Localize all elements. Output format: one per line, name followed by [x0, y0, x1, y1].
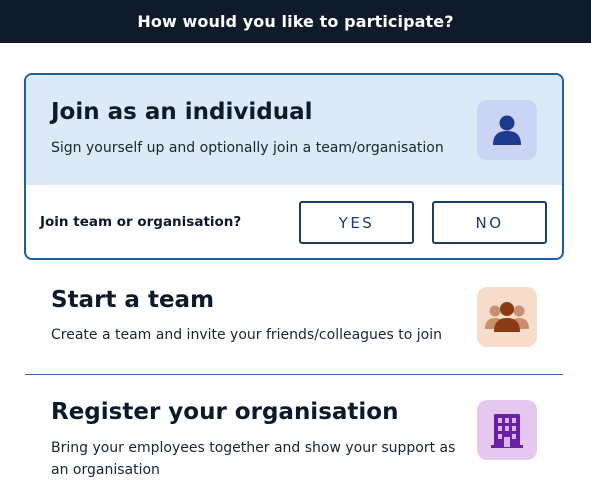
options-divider [25, 374, 563, 375]
option-individual-description: Sign yourself up and optionally join a t… [51, 140, 444, 156]
page-header: How would you like to participate? [0, 0, 591, 43]
option-team-card[interactable]: Start a team Create a team and invite yo… [26, 285, 563, 365]
option-organisation-title: Register your organisation [51, 399, 399, 425]
person-icon [477, 100, 537, 160]
group-icon [477, 287, 537, 347]
option-team-title: Start a team [51, 287, 215, 313]
option-team-description: Create a team and invite your friends/co… [51, 327, 443, 343]
option-organisation-description: Bring your employees together and show y… [51, 440, 456, 478]
option-individual-card[interactable]: Join as an individual Sign yourself up a… [24, 73, 564, 260]
option-organisation-card[interactable]: Register your organisation Bring your em… [26, 397, 563, 492]
option-individual-title: Join as an individual [51, 99, 313, 125]
yes-button[interactable]: YES [299, 201, 414, 244]
option-individual-header[interactable]: Join as an individual Sign yourself up a… [26, 75, 562, 185]
join-team-question: Join team or organisation? [40, 214, 242, 230]
page-title: How would you like to participate? [137, 12, 454, 31]
no-button[interactable]: NO [432, 201, 547, 244]
building-icon [477, 400, 537, 460]
